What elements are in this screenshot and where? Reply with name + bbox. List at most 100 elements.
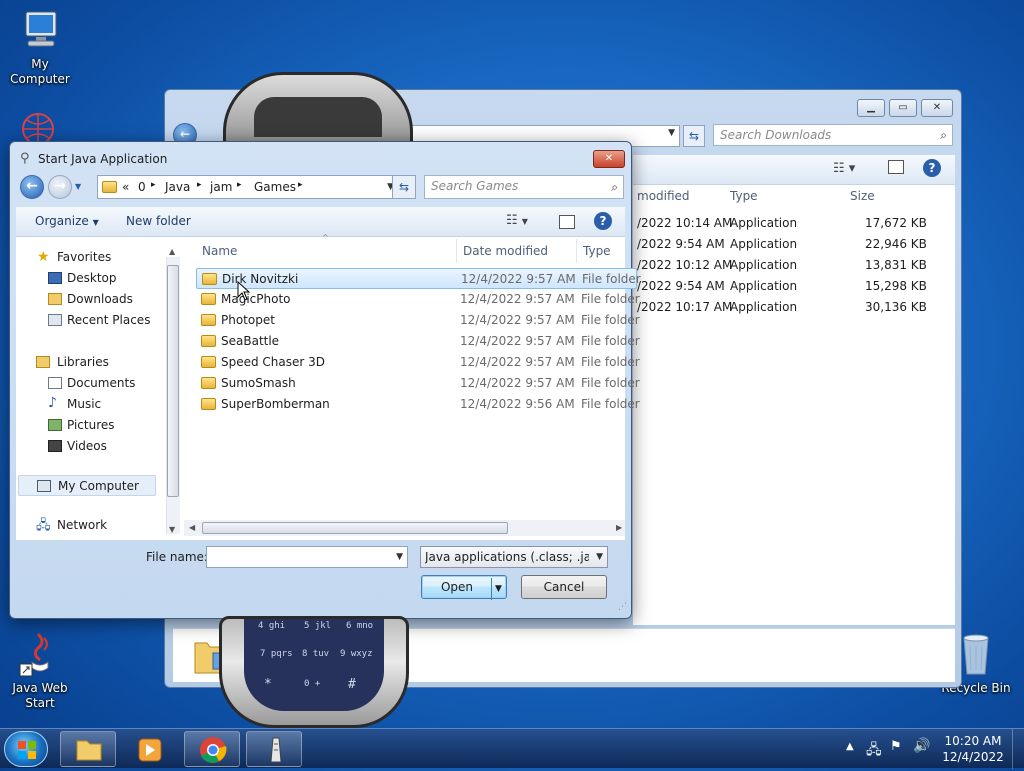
- taskbar-chrome[interactable]: [184, 731, 240, 767]
- back-button[interactable]: ←: [20, 175, 44, 199]
- desktop-icon-java-web-start[interactable]: Java Web Start: [0, 628, 80, 711]
- action-center-icon[interactable]: ⚑: [890, 739, 902, 754]
- refresh-button[interactable]: ⇆: [683, 125, 705, 147]
- phone-key[interactable]: 5 jkl: [304, 621, 331, 631]
- phone-key[interactable]: 0 +: [304, 679, 320, 689]
- file-name-input[interactable]: ▼: [206, 546, 408, 568]
- open-button[interactable]: Open ▼: [421, 575, 507, 600]
- column-divider[interactable]: [576, 239, 577, 263]
- nav-videos[interactable]: Videos: [67, 439, 107, 453]
- java-icon: [19, 632, 49, 677]
- horizontal-scrollbar-thumb[interactable]: [202, 522, 508, 534]
- breadcrumb-separator-icon[interactable]: ▸: [298, 180, 303, 190]
- views-icon[interactable]: ☷ ▼: [506, 213, 528, 228]
- address-bar[interactable]: « 0 ▸ Java ▸ jam ▸ Games ▸ ▼: [97, 175, 400, 199]
- breadcrumb-separator-icon[interactable]: ▸: [197, 180, 202, 190]
- desktop-icon-label: My Computer: [10, 57, 70, 86]
- desktop-icon: [48, 272, 62, 284]
- file-row[interactable]: SeaBattle 12/4/2022 9:57 AM File folder: [196, 331, 640, 352]
- scroll-left-icon[interactable]: ◀: [189, 523, 195, 532]
- nav-recent-places[interactable]: Recent Places: [67, 313, 150, 327]
- new-folder-button[interactable]: New folder: [126, 214, 191, 228]
- help-icon[interactable]: ?: [923, 159, 941, 177]
- breadcrumb-games[interactable]: Games: [254, 180, 296, 194]
- phone-key[interactable]: 8 tuv: [302, 649, 329, 659]
- nav-music[interactable]: Music: [67, 397, 101, 411]
- search-input[interactable]: Search Games ⌕: [424, 175, 624, 199]
- file-type: File folder: [581, 397, 640, 411]
- nav-favorites[interactable]: Favorites: [57, 250, 111, 264]
- taskbar-java-app[interactable]: [246, 731, 302, 767]
- close-button[interactable]: ✕: [593, 150, 625, 168]
- file-row[interactable]: Dirk Novitzki 12/4/2022 9:57 AM File fol…: [196, 268, 641, 289]
- taskbar-media-player[interactable]: [122, 731, 178, 767]
- column-name[interactable]: Name: [202, 239, 237, 263]
- start-button[interactable]: [4, 731, 48, 767]
- cancel-button[interactable]: Cancel: [521, 575, 607, 599]
- nav-network[interactable]: Network: [57, 518, 107, 532]
- scroll-right-icon[interactable]: ▶: [616, 523, 622, 532]
- open-dropdown-chevron-icon[interactable]: ▼: [491, 578, 505, 600]
- show-hidden-icons-chevron[interactable]: ▲: [846, 741, 854, 752]
- show-desktop-button[interactable]: [1012, 729, 1024, 769]
- file-row[interactable]: SumoSmash 12/4/2022 9:57 AM File folder: [196, 373, 640, 394]
- taskbar-clock[interactable]: 10:20 AM 12/4/2022: [938, 733, 1008, 765]
- file-date: 12/4/2022 9:57 AM: [460, 292, 575, 306]
- breadcrumb-overflow[interactable]: «: [122, 180, 129, 194]
- search-input[interactable]: Search Downloads ⌕: [713, 124, 953, 146]
- scroll-down-icon[interactable]: ▼: [169, 525, 175, 534]
- file-row[interactable]: MagicPhoto 12/4/2022 9:57 AM File folder: [196, 289, 640, 310]
- organize-button[interactable]: Organize ▼: [35, 214, 99, 228]
- row-type: Application: [730, 279, 798, 293]
- row-type: Application: [730, 258, 798, 272]
- close-button[interactable]: ✕: [921, 99, 953, 117]
- column-divider[interactable]: [456, 239, 457, 263]
- folder-icon: [201, 314, 216, 326]
- resize-grip-icon[interactable]: ⋰: [618, 602, 627, 612]
- chevron-down-icon[interactable]: ▼: [396, 552, 403, 562]
- nav-scrollbar-thumb[interactable]: [167, 265, 179, 497]
- network-status-icon[interactable]: 🖧: [866, 739, 882, 763]
- breadcrumb-separator-icon[interactable]: ▸: [237, 180, 242, 190]
- file-type-select[interactable]: Java applications (.class; .jar; .jad) ▼: [420, 546, 608, 568]
- phone-key[interactable]: *: [264, 677, 272, 692]
- breadcrumb-separator-icon[interactable]: ▸: [151, 180, 156, 190]
- column-date-modified[interactable]: Date modified: [463, 239, 548, 263]
- nav-pictures[interactable]: Pictures: [67, 418, 115, 432]
- file-row[interactable]: SuperBomberman 12/4/2022 9:56 AM File fo…: [196, 394, 640, 415]
- phone-key[interactable]: 6 mno: [346, 621, 373, 631]
- nav-my-computer-selected[interactable]: My Computer: [18, 475, 156, 496]
- nav-libraries[interactable]: Libraries: [57, 355, 109, 369]
- phone-key[interactable]: 4 ghi: [258, 621, 285, 631]
- column-type[interactable]: Type: [583, 239, 611, 263]
- help-icon[interactable]: ?: [594, 212, 612, 230]
- breadcrumb-jam[interactable]: jam: [210, 180, 232, 194]
- breadcrumb-java[interactable]: Java: [165, 180, 190, 194]
- column-date[interactable]: modified: [637, 185, 690, 207]
- preview-pane-icon[interactable]: [888, 160, 904, 174]
- nav-desktop[interactable]: Desktop: [67, 271, 117, 285]
- phone-key[interactable]: 9 wxyz: [340, 649, 373, 659]
- breadcrumb-0[interactable]: 0: [138, 180, 146, 194]
- volume-icon[interactable]: 🔊: [913, 738, 930, 754]
- scroll-up-icon[interactable]: ▲: [169, 247, 175, 256]
- taskbar-explorer[interactable]: [60, 731, 116, 767]
- row-type: Application: [730, 237, 798, 251]
- nav-documents[interactable]: Documents: [67, 376, 135, 390]
- file-row[interactable]: Speed Chaser 3D 12/4/2022 9:57 AM File f…: [196, 352, 640, 373]
- phone-key[interactable]: #: [348, 677, 356, 692]
- forward-button[interactable]: →: [48, 175, 72, 199]
- preview-pane-icon[interactable]: [559, 215, 575, 229]
- refresh-button[interactable]: ⇆: [392, 175, 416, 199]
- desktop-icon-my-computer[interactable]: My Computer: [0, 8, 80, 87]
- column-size[interactable]: Size: [850, 185, 875, 207]
- views-icon[interactable]: ☷ ▾: [833, 161, 855, 176]
- maximize-button[interactable]: ▭: [889, 99, 917, 117]
- recent-pages-chevron-icon[interactable]: ▼: [75, 182, 81, 191]
- phone-keypad: 4 ghi 5 jkl 6 mno 7 pqrs 8 tuv 9 wxyz * …: [244, 619, 384, 711]
- file-row[interactable]: Photopet 12/4/2022 9:57 AM File folder: [196, 310, 640, 331]
- nav-downloads[interactable]: Downloads: [67, 292, 133, 306]
- column-type[interactable]: Type: [730, 185, 758, 207]
- minimize-button[interactable]: ▁: [857, 99, 885, 117]
- phone-key[interactable]: 7 pqrs: [260, 649, 293, 659]
